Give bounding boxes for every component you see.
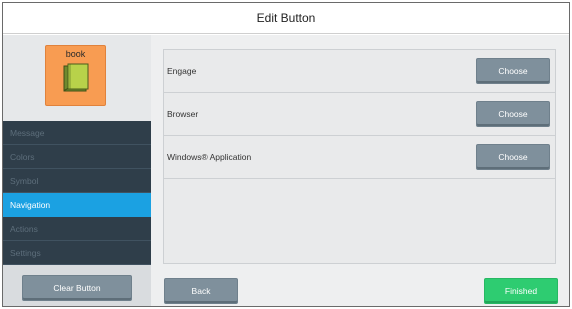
title-bar: Edit Button	[3, 3, 569, 34]
sidebar: book Message Colors Symbol Navigation Ac…	[3, 35, 158, 306]
choose-windows-application-button[interactable]: Choose	[476, 144, 550, 170]
list-item: Browser Choose	[164, 93, 555, 136]
book-icon	[62, 63, 90, 98]
sidebar-item-actions[interactable]: Actions	[3, 217, 151, 241]
sidebar-item-message[interactable]: Message	[3, 121, 151, 145]
browser-label: Browser	[167, 109, 199, 119]
choose-engage-button[interactable]: Choose	[476, 58, 550, 84]
list-item: Windows® Application Choose	[164, 136, 555, 179]
sidebar-item-navigation[interactable]: Navigation	[3, 193, 158, 217]
main-content: Engage Choose Browser Choose Windows® Ap…	[151, 35, 569, 306]
back-button[interactable]: Back	[164, 278, 238, 304]
sidebar-item-settings[interactable]: Settings	[3, 241, 151, 265]
sidebar-item-symbol[interactable]: Symbol	[3, 169, 151, 193]
button-preview-area: book	[3, 35, 151, 121]
engage-label: Engage	[167, 66, 197, 76]
sidebar-nav: Message Colors Symbol Navigation Actions…	[3, 121, 158, 265]
button-preview: book	[45, 45, 106, 106]
clear-button[interactable]: Clear Button	[22, 275, 132, 301]
sidebar-item-colors[interactable]: Colors	[3, 145, 151, 169]
choose-browser-button[interactable]: Choose	[476, 101, 550, 127]
navigation-options-panel: Engage Choose Browser Choose Windows® Ap…	[163, 49, 556, 264]
edit-button-dialog: Edit Button book Message Colors Symbol N…	[2, 2, 570, 307]
list-item: Engage Choose	[164, 50, 555, 93]
finished-button[interactable]: Finished	[484, 278, 558, 304]
dialog-title: Edit Button	[256, 11, 316, 25]
windows-application-label: Windows® Application	[167, 152, 252, 162]
preview-label: book	[65, 49, 86, 59]
